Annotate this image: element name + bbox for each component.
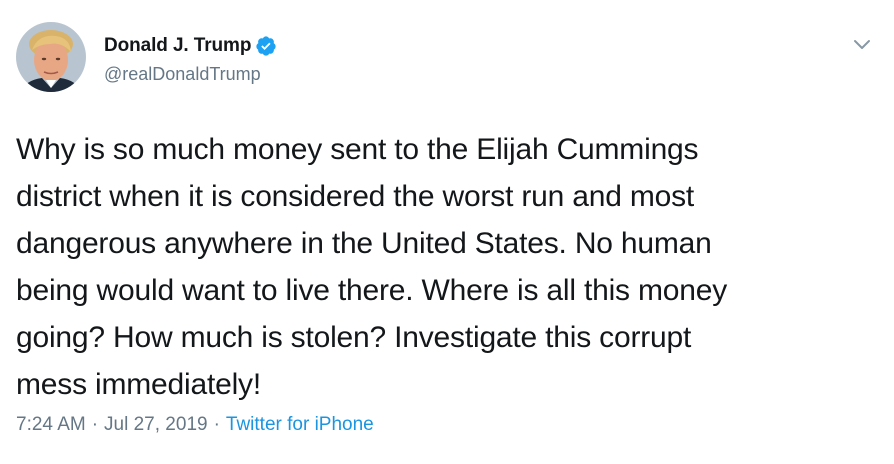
tweet-meta: 7:24 AM · Jul 27, 2019 · Twitter for iPh… — [16, 414, 374, 436]
tweet-text-line: going? How much is stolen? Investigate t… — [16, 321, 692, 354]
tweet-time[interactable]: 7:24 AM — [16, 414, 86, 436]
avatar[interactable] — [16, 22, 86, 92]
verified-badge-icon — [255, 35, 277, 57]
tweet-text-line: mess immediately! — [16, 368, 261, 401]
chevron-down-icon[interactable] — [852, 38, 872, 52]
tweet-text-line: Why is so much money sent to the Elijah … — [16, 133, 699, 166]
profile-photo — [16, 22, 86, 92]
tweet-source-link[interactable]: Twitter for iPhone — [226, 414, 374, 436]
tweet-date[interactable]: Jul 27, 2019 — [104, 414, 208, 436]
tweet-text-line: district when it is considered the worst… — [16, 180, 695, 213]
name-row: Donald J. Trump — [104, 34, 277, 58]
tweet-text-line: dangerous anywhere in the United States.… — [16, 227, 712, 260]
user-handle[interactable]: @realDonaldTrump — [104, 64, 261, 85]
tweet-text: Why is so much money sent to the Elijah … — [16, 126, 876, 408]
tweet-card: Donald J. Trump @realDonaldTrump Why is … — [0, 0, 894, 464]
tweet-text-line: being would want to live there. Where is… — [16, 274, 728, 307]
meta-separator: · — [213, 414, 220, 435]
meta-separator: · — [91, 414, 99, 435]
display-name[interactable]: Donald J. Trump — [104, 35, 251, 57]
